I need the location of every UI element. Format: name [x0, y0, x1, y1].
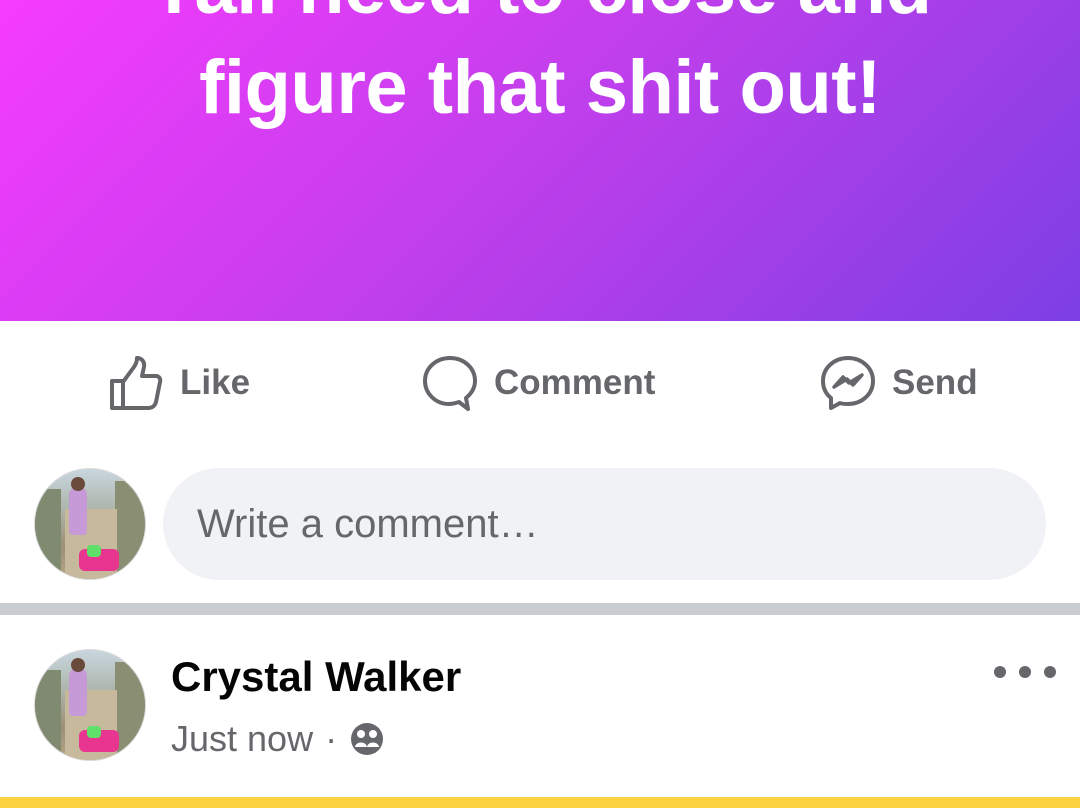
author-name[interactable]: Crystal Walker	[171, 653, 461, 701]
messenger-icon	[820, 355, 876, 411]
avatar-photo-part	[115, 662, 145, 760]
post-header: Crystal Walker Just now ·	[0, 615, 1080, 797]
friends-icon[interactable]	[349, 721, 385, 757]
avatar-photo-part	[87, 726, 101, 738]
avatar[interactable]	[34, 468, 146, 580]
comment-composer	[0, 446, 1080, 603]
status-post-text: Yall need to close and figure that shit …	[0, 0, 1080, 138]
status-post-banner[interactable]: Yall need to close and figure that shit …	[0, 0, 1080, 321]
more-dot	[1019, 666, 1031, 678]
next-post-banner[interactable]	[0, 797, 1080, 808]
comment-bubble-icon	[422, 355, 478, 411]
more-dot	[994, 666, 1006, 678]
avatar-photo-part	[69, 487, 87, 535]
avatar-photo-part	[71, 658, 85, 672]
facebook-feed: Yall need to close and figure that shit …	[0, 0, 1080, 808]
post-action-bar: Like Comment Send	[0, 321, 1080, 446]
status-post-line-1: Yall need to close and	[0, 0, 1080, 38]
avatar-photo-part	[115, 481, 145, 579]
author-avatar[interactable]	[34, 649, 146, 761]
comment-label: Comment	[494, 363, 656, 402]
send-label: Send	[892, 363, 978, 402]
comment-input[interactable]	[197, 468, 1017, 580]
more-dot	[1044, 666, 1056, 678]
avatar-photo-part	[87, 545, 101, 557]
comment-field-container[interactable]	[163, 468, 1046, 580]
avatar-photo-part	[35, 489, 61, 579]
more-options-icon[interactable]	[994, 657, 1056, 687]
status-post-line-2: figure that shit out!	[199, 45, 881, 130]
avatar-photo-part	[35, 670, 61, 760]
meta-separator: ·	[325, 718, 338, 759]
like-label: Like	[180, 363, 251, 402]
send-button[interactable]: Send	[820, 355, 978, 411]
post-timestamp[interactable]: Just now	[171, 718, 313, 760]
thumbs-up-icon	[108, 355, 164, 411]
like-button[interactable]: Like	[108, 355, 250, 411]
avatar-photo-part	[71, 477, 85, 491]
avatar-photo-part	[69, 668, 87, 716]
comment-button[interactable]: Comment	[422, 355, 655, 411]
feed-divider	[0, 603, 1080, 615]
post-meta: Just now ·	[171, 717, 385, 761]
